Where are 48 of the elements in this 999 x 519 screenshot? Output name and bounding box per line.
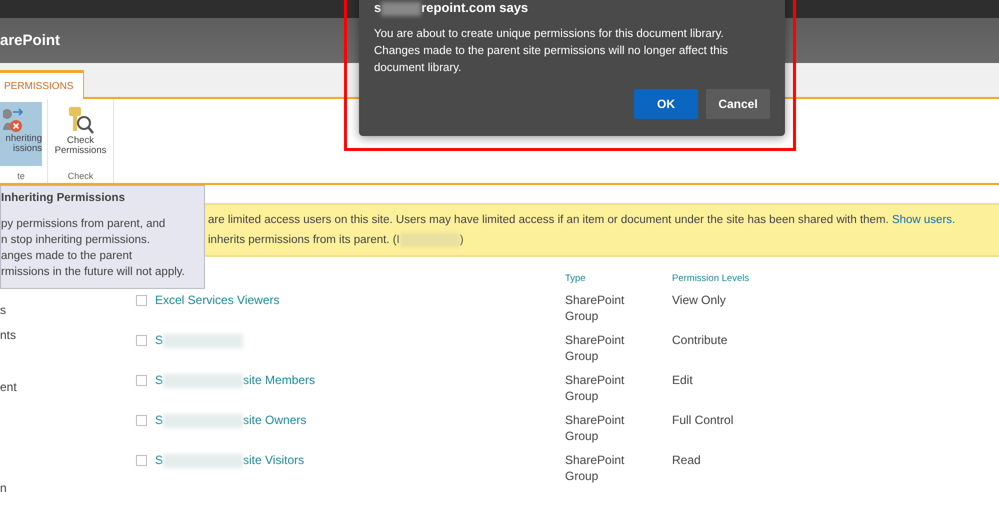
group-name-link[interactable]: S site Visitors xyxy=(155,452,304,484)
ribbon-button[interactable]: Check Permissions xyxy=(53,102,108,166)
type-cell-text: SharePoint Group xyxy=(565,412,626,444)
permission-level-cell-text: Edit xyxy=(672,372,693,389)
banner-text: ) xyxy=(460,234,464,246)
group-label: Check xyxy=(68,171,94,181)
banner-text: are limited access users on this site. Users may have limited access if an item or document under the site has been shared with them. xyxy=(208,214,889,226)
type-cell-text: SharePoint Group xyxy=(565,452,626,484)
nav-link[interactable]: n xyxy=(0,481,7,495)
ribbon-button[interactable]: nheriting issions xyxy=(0,102,42,166)
tooltip-text: rmissions in the future will not apply. xyxy=(1,265,185,280)
tooltip-text: anges made to the parent xyxy=(1,249,132,264)
cancel-button[interactable]: Cancel xyxy=(706,88,770,119)
type-cell-text: SharePoint Group xyxy=(565,292,626,324)
dialog-title: s repoint.com says xyxy=(374,0,530,16)
nav-link[interactable]: s xyxy=(0,303,6,317)
permission-level-cell-text: View Only xyxy=(672,292,726,309)
permission-level-cell-text: Full Control xyxy=(672,412,734,429)
ribbon-tab[interactable]: PERMISSIONS xyxy=(0,70,84,99)
key-search-icon xyxy=(66,106,94,136)
nav-link[interactable]: nts xyxy=(0,328,16,342)
permission-level-cell-text: Read xyxy=(672,452,701,469)
banner-text: inherits permissions from its parent. (I xyxy=(208,234,400,246)
column-header[interactable]: Permission Levels xyxy=(672,273,999,292)
tooltip-text: py permissions from parent, and xyxy=(1,217,166,232)
permission-level-cell-text: Contribute xyxy=(672,332,728,349)
column-header[interactable]: Type xyxy=(565,273,672,292)
type-cell-text: SharePoint Group xyxy=(565,332,626,364)
show-users-link[interactable]: Show users. xyxy=(892,214,956,226)
stop-inheriting-icon xyxy=(3,106,25,134)
ok-button[interactable]: OK xyxy=(634,88,698,119)
tooltip-text: n stop inheriting permissions. xyxy=(1,233,150,248)
redacted-text xyxy=(381,2,422,16)
group-name-link[interactable]: S site Members xyxy=(155,372,316,404)
type-cell-text: SharePoint Group xyxy=(565,372,626,404)
tooltip-title: Inheriting Permissions xyxy=(1,192,126,204)
group-name-link[interactable]: Excel Services Viewers xyxy=(155,292,280,324)
group-name-link[interactable]: S xyxy=(155,332,244,364)
row-checkbox[interactable] xyxy=(136,455,147,466)
group-label: te xyxy=(17,171,25,181)
site-title[interactable]: arePoint xyxy=(0,32,60,49)
group-name-link[interactable]: S site Owners xyxy=(155,412,306,444)
row-checkbox[interactable] xyxy=(136,295,147,306)
row-checkbox[interactable] xyxy=(136,375,147,386)
row-checkbox[interactable] xyxy=(136,335,147,346)
dialog-message: You are about to create unique permissions for this document library. Changes made to the parent site permissions will no longer affect this document library. xyxy=(374,26,729,76)
row-checkbox[interactable] xyxy=(136,415,147,426)
nav-link[interactable]: ent xyxy=(0,380,17,394)
